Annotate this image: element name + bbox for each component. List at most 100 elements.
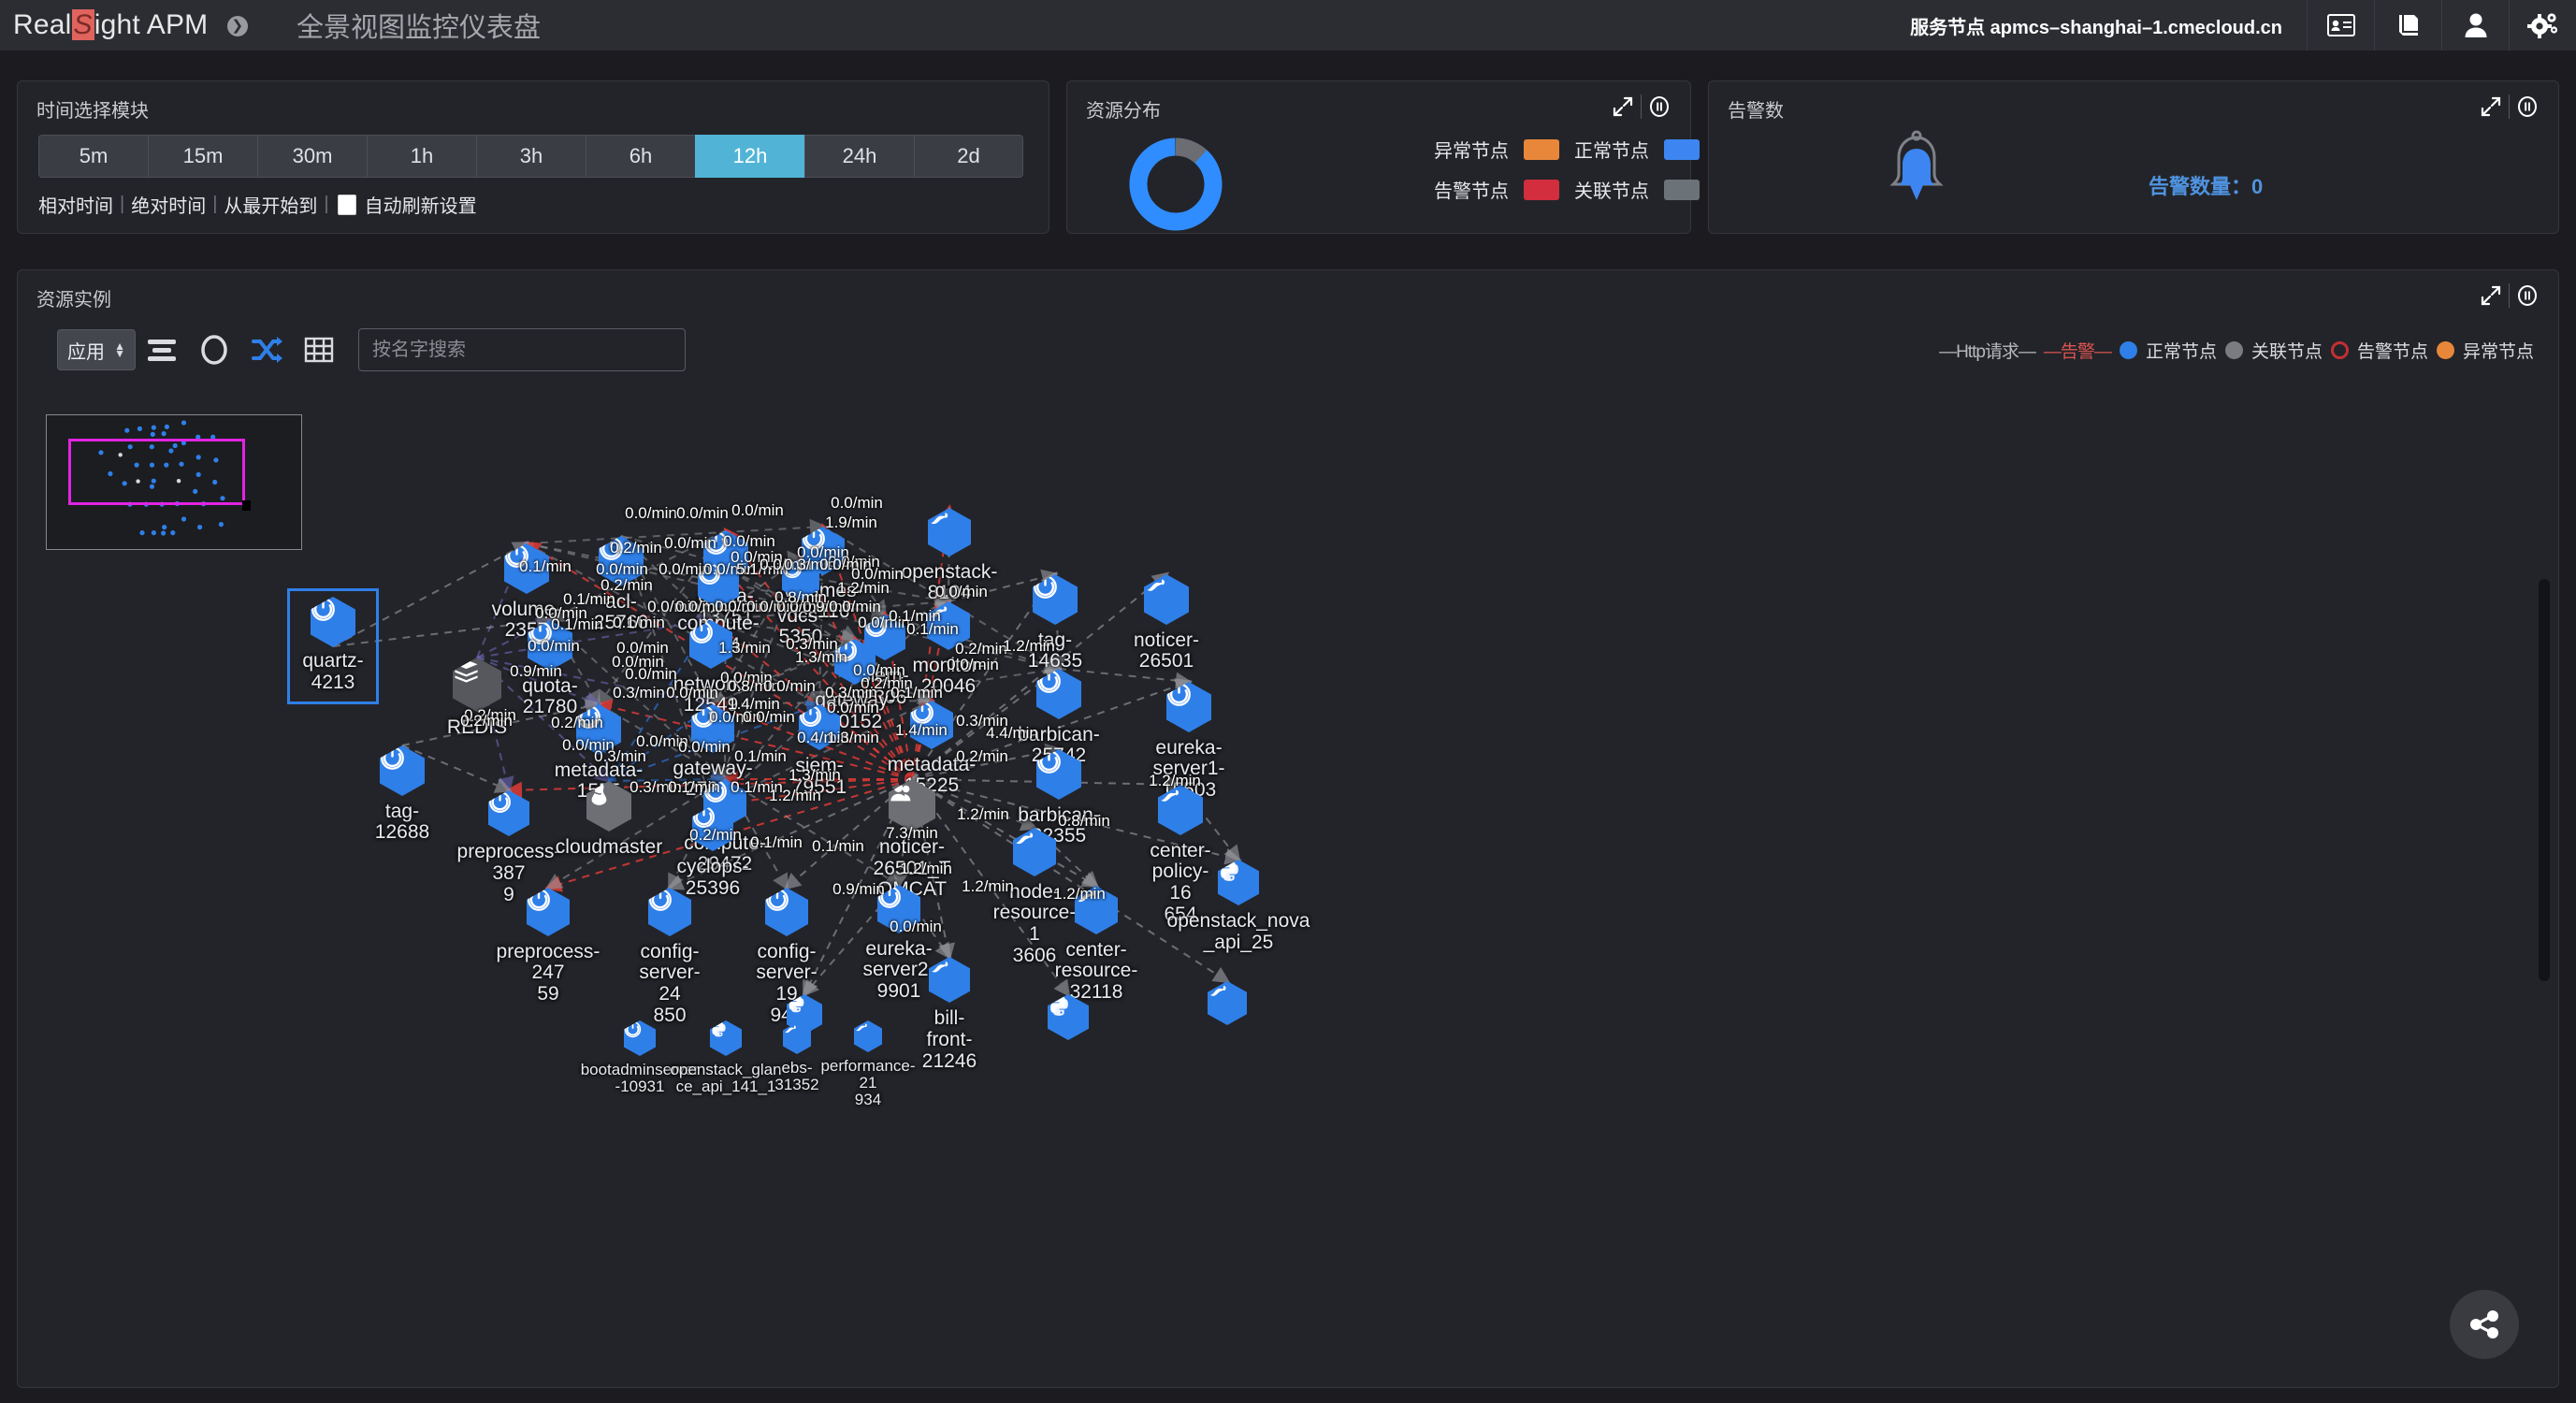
node-label: cyclops-25396 bbox=[676, 856, 749, 899]
topology-graph[interactable]: quartz-4213volume-2357acl-25760quota-137… bbox=[19, 375, 2559, 1387]
edge-rate-label: 0.0/min bbox=[731, 501, 784, 519]
time-range-5m[interactable]: 5m bbox=[38, 135, 148, 178]
resource-legend: 异常节点 正常节点 告警节点 关联节点 bbox=[1434, 136, 1700, 203]
edge-rate-label: 1.2/min bbox=[900, 860, 952, 877]
time-range-6h[interactable]: 6h bbox=[586, 135, 695, 178]
edge-rate-label: 0.0/min bbox=[678, 738, 731, 756]
time-range-15m[interactable]: 15m bbox=[148, 135, 257, 178]
chevron-right-icon[interactable]: ❯ bbox=[226, 16, 248, 36]
share-icon bbox=[2470, 1310, 2498, 1338]
user-icon[interactable] bbox=[2441, 0, 2509, 51]
edge-rate-label: 0.0/min bbox=[625, 665, 677, 683]
divider: | bbox=[120, 194, 125, 214]
expand-icon[interactable] bbox=[2473, 91, 2509, 123]
legend-label-normal: 正常节点 bbox=[1574, 141, 1649, 162]
edge-rate-label: 1.2/min bbox=[1149, 772, 1201, 789]
gear-icon[interactable] bbox=[2509, 0, 2576, 51]
edge-rate-label: 0.0/min bbox=[831, 494, 883, 512]
edge-rate-label: 0.8/min bbox=[774, 588, 827, 606]
time-range-3h[interactable]: 3h bbox=[476, 135, 586, 178]
page-title: 全景视图监控仪表盘 bbox=[296, 13, 541, 43]
legend-text-normal: 正常节点 bbox=[2145, 342, 2217, 362]
edge-rate-label: 0.0/min bbox=[827, 699, 879, 716]
time-range-12h[interactable]: 12h bbox=[695, 135, 804, 178]
legend-http-request: —Http请求— bbox=[1939, 342, 2036, 362]
edge-rate-label: 1.3/min bbox=[827, 729, 879, 746]
graph-scrollbar[interactable] bbox=[2539, 579, 2550, 981]
legend-swatch-related bbox=[1664, 179, 1700, 200]
resource-type-select[interactable]: 应用 ▲ ▼ bbox=[57, 329, 136, 370]
edge-rate-label: 0.1/min bbox=[734, 747, 787, 765]
app-logo[interactable]: RealSight APM ❯ bbox=[13, 9, 248, 41]
brand-highlight: S bbox=[71, 9, 94, 40]
shuffle-layout-icon[interactable] bbox=[240, 328, 293, 371]
edge-rate-label: 1.3/min bbox=[795, 648, 847, 666]
alarm-count-card: 告警数 告警数量：0 bbox=[1708, 80, 2559, 234]
edge-rate-label: 0.2/min bbox=[956, 747, 1008, 765]
node-label: openstack_nova _api_25 bbox=[1166, 910, 1310, 953]
search-input[interactable] bbox=[358, 328, 686, 371]
legend-alarm-line: —告警— bbox=[2043, 342, 2112, 362]
edge-rate-label: 1.4/min bbox=[895, 721, 948, 739]
stepper-arrows-icon: ▲ ▼ bbox=[114, 340, 125, 360]
edge-rate-label: 0.9/min bbox=[832, 880, 885, 898]
edge-rate-label: 1.9/min bbox=[825, 513, 877, 531]
service-node-value: apmcs–shanghai–1.cmecloud.cn bbox=[1990, 17, 2282, 38]
node-label: preprocess-247 59 bbox=[496, 940, 601, 1005]
legend-dot-normal bbox=[2119, 341, 2137, 359]
edge-rate-label: 0.0/min bbox=[763, 677, 816, 695]
edge-rate-label: 0.0/min bbox=[664, 534, 716, 552]
divider: | bbox=[324, 194, 329, 214]
time-card-title: 时间选择模块 bbox=[36, 101, 149, 122]
id-card-icon[interactable] bbox=[2307, 0, 2374, 51]
resource-instance-card: 资源实例 应用 ▲▼ —Http请求— —告警— 正常节点 bbox=[17, 269, 2559, 1388]
edge-rate-label: 0.1/min bbox=[668, 778, 720, 796]
pause-icon[interactable] bbox=[2510, 280, 2545, 311]
edge-rate-label: 1.2/min bbox=[957, 805, 1009, 823]
pause-icon[interactable] bbox=[2510, 91, 2545, 123]
time-range-24h[interactable]: 24h bbox=[804, 135, 914, 178]
instance-card-title: 资源实例 bbox=[36, 290, 111, 311]
time-range-1h[interactable]: 1h bbox=[367, 135, 476, 178]
node-hex-icon bbox=[311, 597, 355, 647]
edge-rate-label: 0.2/min bbox=[610, 539, 662, 557]
bell-icon bbox=[1883, 128, 1950, 213]
graph-node-quartz-4213[interactable]: quartz-4213 bbox=[287, 588, 379, 704]
absolute-time-link[interactable]: 绝对时间 bbox=[131, 191, 206, 218]
edge-rate-label: 0.1/min bbox=[613, 614, 665, 631]
grid-layout-icon[interactable] bbox=[293, 328, 345, 371]
auto-refresh-checkbox[interactable] bbox=[337, 194, 356, 215]
expand-icon[interactable] bbox=[1605, 91, 1641, 123]
edge-rate-label: 1.2/min bbox=[837, 579, 890, 597]
edge-rate-label: 0.1/min bbox=[551, 615, 603, 633]
edge-rate-label: 0.0/min bbox=[676, 504, 729, 522]
top-bar-right: 服务节点 apmcs–shanghai–1.cmecloud.cn bbox=[1910, 0, 2576, 51]
service-node-label: 服务节点 bbox=[1910, 17, 1986, 38]
from-start-link[interactable]: 从最开始到 bbox=[224, 191, 317, 218]
edge-rate-label: 1.3/min bbox=[718, 639, 771, 657]
edge-rate-label: 0.0/min bbox=[947, 656, 999, 673]
book-icon[interactable] bbox=[2374, 0, 2441, 51]
relative-time-link[interactable]: 相对时间 bbox=[38, 191, 113, 218]
edge-rate-label: 1.2/min bbox=[1053, 885, 1106, 903]
hierarchy-layout-icon[interactable] bbox=[136, 328, 188, 371]
brand-prefix: Real bbox=[13, 9, 72, 40]
edge-rate-label: 4.4/min bbox=[986, 724, 1038, 742]
legend-label-alarm: 告警节点 bbox=[1434, 181, 1509, 202]
node-label: eureka-server2- 9901 bbox=[862, 937, 935, 1002]
edge-rate-label: 0.1/min bbox=[519, 557, 572, 575]
brand-suffix: ight APM bbox=[94, 9, 209, 40]
pause-icon[interactable] bbox=[1642, 91, 1677, 123]
time-selection-card: 时间选择模块 5m 15m 30m 1h 3h 6h 12h 24h 2d 相对… bbox=[17, 80, 1049, 234]
time-range-2d[interactable]: 2d bbox=[914, 135, 1023, 178]
legend-swatch-abnormal bbox=[1524, 138, 1559, 160]
node-label: ebs-31352 bbox=[774, 1058, 819, 1093]
circle-layout-icon[interactable] bbox=[188, 328, 240, 371]
time-range-30m[interactable]: 30m bbox=[257, 135, 367, 178]
graph-edges bbox=[332, 504, 1242, 998]
edge-rate-label: 0.2/min bbox=[551, 714, 603, 731]
share-button[interactable] bbox=[2450, 1290, 2519, 1359]
expand-icon[interactable] bbox=[2473, 280, 2509, 311]
edge-rate-label: 0.9/min bbox=[510, 662, 562, 680]
resource-donut-chart bbox=[1122, 130, 1230, 243]
